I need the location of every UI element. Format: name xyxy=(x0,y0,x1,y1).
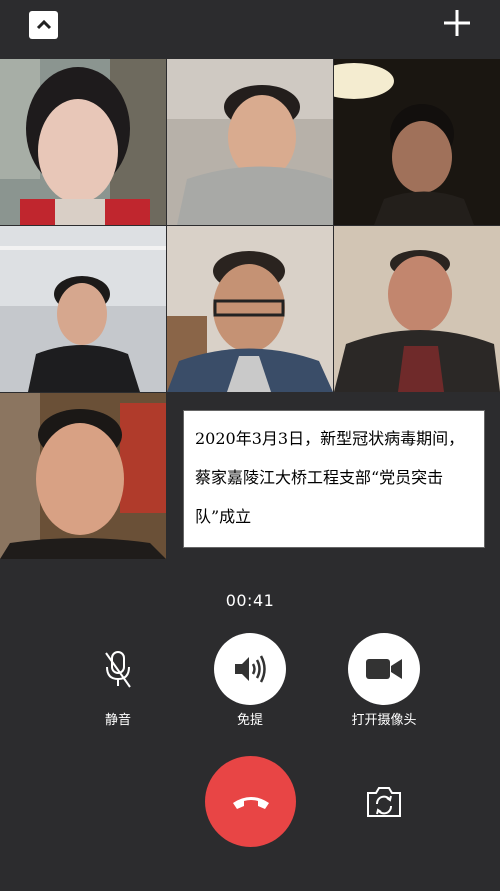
video-tile-participant-4[interactable] xyxy=(0,226,166,392)
call-timer: 00:41 xyxy=(225,591,275,610)
hang-up-button[interactable] xyxy=(205,756,296,847)
mute-control[interactable]: 静音 xyxy=(82,633,154,728)
notice-box: 2020年3月3日，新型冠状病毒期间， 蔡家嘉陵江大桥工程支部“党员突击 队”成… xyxy=(183,410,485,548)
camera-label: 打开摄像头 xyxy=(351,713,417,728)
video-tile-participant-7[interactable] xyxy=(0,393,166,559)
plus-icon xyxy=(444,10,470,36)
camera-flip-icon xyxy=(367,787,401,817)
microphone-icon xyxy=(105,651,131,688)
video-tile-participant-5[interactable] xyxy=(167,226,333,392)
mute-label: 静音 xyxy=(104,713,131,728)
video-tile-participant-3[interactable] xyxy=(334,59,500,225)
collapse-button[interactable] xyxy=(29,11,58,39)
speaker-control[interactable]: 免提 xyxy=(214,633,286,728)
camera-button[interactable] xyxy=(348,633,420,705)
video-tile-participant-1[interactable] xyxy=(0,59,166,225)
top-bar xyxy=(0,0,500,58)
camera-control[interactable]: 打开摄像头 xyxy=(344,633,424,728)
video-tile-participant-2[interactable] xyxy=(167,59,333,225)
add-participant-button[interactable] xyxy=(442,8,472,38)
video-tile-participant-6[interactable] xyxy=(334,226,500,392)
flip-camera-button[interactable] xyxy=(364,785,404,819)
notice-line-3: 队”成立 xyxy=(195,507,252,526)
notice-line-2: 蔡家嘉陵江大桥工程支部“党员突击 xyxy=(195,468,444,487)
speaker-label: 免提 xyxy=(236,713,263,728)
notice-line-1: 2020年3月3日，新型冠状病毒期间， xyxy=(195,429,465,448)
phone-hangup-icon xyxy=(232,796,269,809)
speaker-button[interactable] xyxy=(214,633,286,705)
video-camera-icon xyxy=(366,659,402,679)
mute-button[interactable] xyxy=(82,633,154,705)
chevron-up-icon xyxy=(36,19,51,30)
speaker-icon xyxy=(235,655,266,683)
